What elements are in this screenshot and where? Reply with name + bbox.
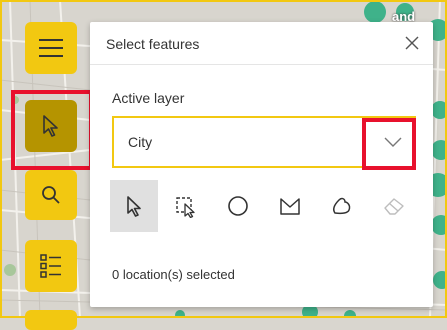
panel-header: Select features (90, 22, 433, 65)
close-icon[interactable] (403, 34, 421, 52)
active-layer-value: City (128, 134, 153, 150)
pointer-select-tool[interactable] (110, 180, 158, 232)
hamburger-icon (39, 39, 63, 57)
active-layer-label: Active layer (112, 90, 185, 106)
rectangle-select-icon (176, 197, 195, 218)
eraser-tool[interactable] (370, 180, 418, 232)
pointer-select-icon (127, 196, 141, 217)
highlight-select-button (11, 90, 93, 170)
toolbar-button-partial[interactable] (25, 310, 77, 330)
selection-tools (110, 180, 420, 232)
list-icon (40, 254, 61, 278)
legend-button[interactable] (25, 240, 77, 292)
highlight-dropdown-chevron (362, 118, 416, 170)
lasso-select-icon (280, 198, 300, 215)
search-icon (42, 186, 60, 204)
circle-select-icon (228, 196, 248, 216)
eraser-icon (384, 198, 404, 215)
search-button[interactable] (25, 170, 77, 220)
circle-select-tool[interactable] (214, 180, 262, 232)
polygon-select-tool[interactable] (266, 180, 314, 232)
rectangle-select-tool[interactable] (162, 180, 210, 232)
menu-button[interactable] (25, 22, 77, 74)
panel-title: Select features (106, 36, 200, 52)
freehand-select-icon (333, 197, 351, 215)
selection-status: 0 location(s) selected (112, 267, 235, 282)
freehand-select-tool[interactable] (318, 180, 366, 232)
